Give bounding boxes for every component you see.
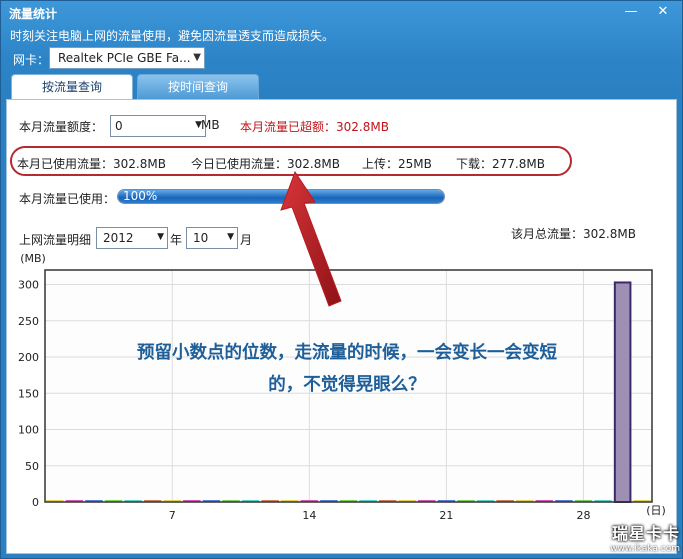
month-dropdown[interactable]: 10 ▼ [186,227,238,249]
annotation-line-1: 预留小数点的位数，走流量的时候，一会变长一会变短 [137,343,557,363]
chevron-down-icon: ▼ [157,232,164,242]
y-axis-label: (MB) [20,252,46,265]
tab-by-traffic[interactable]: 按流量查询 [11,74,133,100]
traffic-query-panel: 本月流量额度： 0 ▼ MB 本月流量已超额：302.8MB 本月已使用流量：3… [6,99,677,554]
close-button[interactable]: ✕ [653,4,673,20]
watermark-url: www.ikaka.com [610,544,680,554]
y-tick-label: 100 [18,424,39,437]
quota-dropdown[interactable]: 0 ▼ [110,115,206,137]
detail-label: 上网流量明细 [19,233,92,247]
quota-exceeded-text: 本月流量已超额：302.8MB [240,120,389,134]
usage-percent-text: 100% [123,189,158,203]
upload-text: 上传：25MB [362,157,432,171]
tab-by-time[interactable]: 按时间查询 [137,74,259,99]
quota-unit: MB [201,118,220,132]
y-tick-label: 300 [18,279,39,292]
nic-label: 网卡： [13,53,50,67]
window-title: 流量统计 [9,7,58,21]
x-tick-label: 21 [439,509,453,522]
annotation-line-2: 的，不觉得晃眼么？ [268,375,426,395]
month-value: 10 [193,231,209,245]
chevron-down-icon: ▼ [227,232,234,242]
minimize-button[interactable]: — [621,4,641,20]
month-used-text: 本月已使用流量：302.8MB [17,157,166,171]
title-bar: 流量统计 — ✕ [1,1,683,23]
annotation-text: 预留小数点的位数，走流量的时候，一会变长一会变短 的，不觉得晃眼么？ [47,337,647,401]
y-tick-label: 150 [18,387,39,400]
year-dropdown[interactable]: 2012 ▼ [96,227,168,249]
nic-selected-value: Realtek PCIe GBE Fa... [58,51,191,65]
x-tick-label: 14 [302,509,316,522]
watermark-logo: 瑞星卡卡 www.ikaka.com [572,520,680,556]
y-tick-label: 0 [32,496,39,509]
watermark-brand: 瑞星卡卡 [611,524,680,543]
quota-label: 本月流量额度： [19,120,104,134]
month-suffix: 月 [240,233,253,247]
x-tick-label: 7 [169,509,176,522]
annotation-arrow [280,170,342,307]
window-subtitle: 时刻关注电脑上网的流量使用，避免因流量透支而造成损失。 [10,29,335,43]
year-value: 2012 [103,231,134,245]
y-tick-label: 250 [18,315,39,328]
traffic-stats-window: 流量统计 — ✕ 时刻关注电脑上网的流量使用，避免因流量透支而造成损失。 网卡：… [0,0,683,559]
quota-value: 0 [115,119,123,133]
year-suffix: 年 [170,233,183,247]
usage-label: 本月流量已使用： [19,192,116,206]
month-total-text: 该月总流量：302.8MB [511,227,636,241]
chevron-down-icon: ▼ [193,52,201,63]
download-text: 下载：277.8MB [456,157,545,171]
x-axis-label: (日) [646,504,666,517]
y-tick-label: 50 [25,460,39,473]
nic-dropdown[interactable]: Realtek PCIe GBE Fa... ▼ [49,47,205,69]
y-tick-label: 200 [18,351,39,364]
